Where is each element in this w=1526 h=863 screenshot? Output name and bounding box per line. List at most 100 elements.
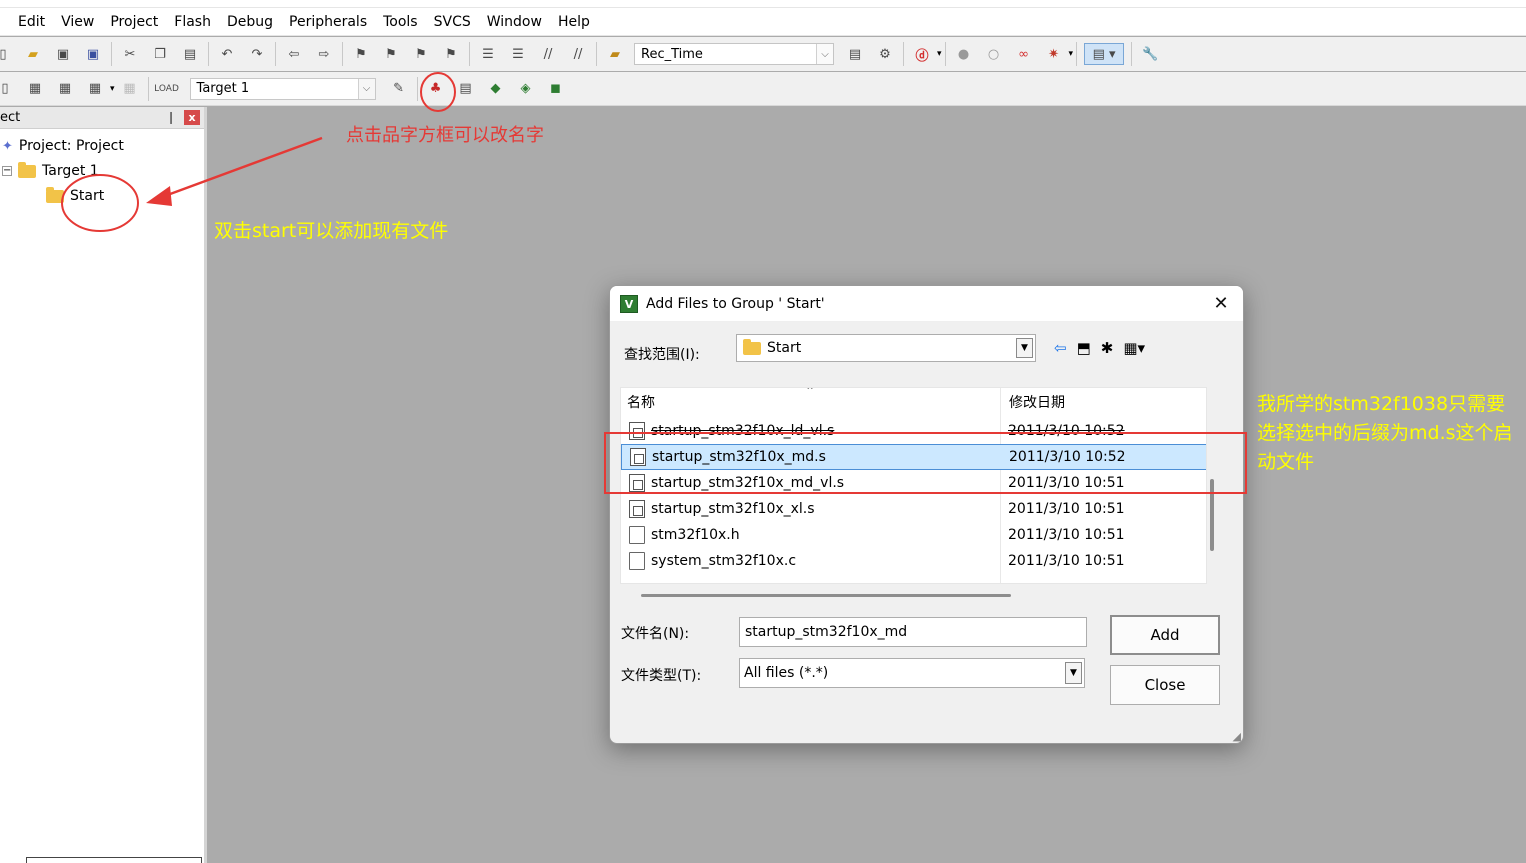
vertical-scrollbar[interactable]	[1210, 479, 1214, 551]
view-menu-icon[interactable]: ▦▾	[1123, 339, 1145, 357]
menu-debug[interactable]: Debug	[219, 8, 281, 36]
menu-help[interactable]: Help	[550, 8, 598, 36]
menu-edit[interactable]: Edit	[10, 8, 53, 36]
new-file-icon[interactable]: ▯	[0, 43, 14, 65]
find-icon[interactable]: ▤	[844, 43, 866, 65]
window-layout-icon[interactable]: ▤ ▾	[1084, 43, 1125, 65]
file-row[interactable]: startup_stm32f10x_xl.s 2011/3/10 10:51	[621, 496, 1206, 522]
translate-icon[interactable]: ▯	[0, 78, 16, 100]
cut-icon[interactable]: ✂	[119, 43, 141, 65]
file-name: startup_stm32f10x_ld_vl.s	[651, 423, 835, 439]
up-folder-icon[interactable]: ⬒	[1077, 339, 1091, 357]
target-options-icon[interactable]: ✎	[388, 78, 410, 100]
uncomment-icon[interactable]: //	[567, 43, 589, 65]
new-folder-icon[interactable]: ✱	[1101, 339, 1114, 357]
add-files-dialog: V Add Files to Group ' Start' ✕ 查找范围(I):…	[609, 285, 1244, 744]
pin-icon[interactable]: ❘	[166, 110, 176, 124]
breakpoint-disable-icon[interactable]: ○	[983, 43, 1005, 65]
manage-rte-icon[interactable]: ◆	[485, 78, 507, 100]
breakpoint-kill-icon[interactable]: ∞	[1013, 43, 1035, 65]
bookmark-icon[interactable]: ⚑	[350, 43, 372, 65]
batch-dropdown-icon[interactable]: ▾	[110, 84, 115, 94]
chevron-down-icon[interactable]: ▼	[1016, 338, 1033, 358]
pack-installer-icon[interactable]: ◈	[515, 78, 537, 100]
close-pane-button[interactable]: x	[184, 110, 200, 125]
file-row-selected[interactable]: startup_stm32f10x_md.s 2011/3/10 10:52	[621, 444, 1206, 470]
file-row[interactable]: startup_stm32f10x_md_vl.s 2011/3/10 10:5…	[621, 470, 1206, 496]
horizontal-scrollbar[interactable]	[641, 594, 1011, 597]
find-combo[interactable]: Rec_Time ⌵	[634, 43, 834, 65]
incremental-find-icon[interactable]: ⚙	[874, 43, 896, 65]
open-folder-icon[interactable]: ▰	[22, 43, 44, 65]
collapse-icon[interactable]: −	[2, 166, 12, 176]
breakpoint-icon[interactable]: ●	[953, 43, 975, 65]
annotation-startup-hint: 我所学的stm32f1038只需要选择选中的后缀为md.s这个启动文件	[1257, 393, 1513, 473]
menu-svcs[interactable]: SVCS	[426, 8, 479, 36]
look-in-combo[interactable]: Start ▼	[736, 334, 1036, 362]
wrench-icon[interactable]: 🔧	[1139, 43, 1161, 65]
chevron-down-icon[interactable]: ⌵	[816, 44, 833, 64]
select-packs-icon[interactable]: ▤	[455, 78, 477, 100]
nav-forward-icon[interactable]: ⇨	[313, 43, 335, 65]
file-row[interactable]: startup_stm32f10x_ld_vl.s 2011/3/10 10:5…	[621, 418, 1206, 444]
file-name-cell: startup_stm32f10x_md_vl.s	[629, 474, 844, 492]
manage-project-items-icon[interactable]: ♣	[425, 78, 447, 100]
software-packs-icon[interactable]: ◼	[545, 78, 567, 100]
find-in-files-icon[interactable]: ▰	[604, 43, 626, 65]
tree-item-label: Project: Project	[18, 138, 124, 154]
close-button[interactable]: Close	[1110, 665, 1220, 705]
file-name-cell: startup_stm32f10x_md.s	[630, 448, 826, 466]
paste-icon[interactable]: ▤	[179, 43, 201, 65]
target-folder-icon	[18, 161, 36, 178]
stop-build-icon[interactable]: ▦	[119, 78, 141, 100]
indent-icon[interactable]: ☰	[477, 43, 499, 65]
bookmark-prev-icon[interactable]: ⚑	[380, 43, 402, 65]
build-toolbar: ▯ ▦ ▦ ▦ ▾ ▦ LOAD Target 1 ⌵ ✎ ♣ ▤ ◆ ◈ ◼	[0, 72, 1526, 106]
debug-session-icon[interactable]: ⓓ	[911, 43, 933, 65]
menu-view[interactable]: View	[53, 8, 102, 36]
batch-build-icon[interactable]: ▦	[84, 78, 106, 100]
configure-dropdown-icon[interactable]: ▾	[1069, 49, 1074, 59]
menu-peripherals[interactable]: Peripherals	[281, 8, 375, 36]
tree-item-group-start[interactable]: Start	[46, 185, 104, 207]
debug-dropdown-icon[interactable]: ▾	[937, 49, 942, 59]
file-name: startup_stm32f10x_xl.s	[651, 501, 815, 517]
tree-item-project[interactable]: ✦ Project: Project	[2, 135, 124, 157]
back-arrow-icon[interactable]: ⇦	[1054, 339, 1067, 357]
toolbar-separator	[1076, 42, 1078, 66]
build-icon[interactable]: ▦	[24, 78, 46, 100]
unindent-icon[interactable]: ☰	[507, 43, 529, 65]
add-button[interactable]: Add	[1110, 615, 1220, 655]
column-header-name[interactable]: 名称	[627, 388, 655, 416]
pane-bottom-tab[interactable]	[26, 857, 202, 863]
undo-icon[interactable]: ↶	[216, 43, 238, 65]
rebuild-icon[interactable]: ▦	[54, 78, 76, 100]
target-combo[interactable]: Target 1 ⌵	[189, 77, 376, 100]
menu-tools[interactable]: Tools	[375, 8, 426, 36]
bookmark-next-icon[interactable]: ⚑	[410, 43, 432, 65]
comment-icon[interactable]: //	[537, 43, 559, 65]
download-icon[interactable]: LOAD	[154, 78, 179, 100]
file-row[interactable]: stm32f10x.h 2011/3/10 10:51	[621, 522, 1206, 548]
redo-icon[interactable]: ↷	[246, 43, 268, 65]
nav-back-icon[interactable]: ⇦	[283, 43, 305, 65]
file-row[interactable]: system_stm32f10x.c 2011/3/10 10:51	[621, 548, 1206, 574]
file-name-input[interactable]: startup_stm32f10x_md	[739, 617, 1087, 647]
chevron-down-icon[interactable]: ▼	[1065, 662, 1082, 684]
bookmark-clear-icon[interactable]: ⚑	[440, 43, 462, 65]
menu-flash[interactable]: Flash	[166, 8, 219, 36]
file-type-combo[interactable]: All files (*.*) ▼	[739, 658, 1085, 688]
copy-icon[interactable]: ❐	[149, 43, 171, 65]
annotation-rename-hint: 点击品字方框可以改名字	[346, 125, 544, 146]
save-all-icon[interactable]: ▣	[82, 43, 104, 65]
close-icon[interactable]: ✕	[1209, 292, 1233, 316]
menu-window[interactable]: Window	[479, 8, 550, 36]
menu-project[interactable]: Project	[102, 8, 166, 36]
save-icon[interactable]: ▣	[52, 43, 74, 65]
tree-item-target[interactable]: − Target 1	[2, 160, 99, 182]
chevron-down-icon[interactable]: ⌵	[357, 78, 375, 99]
configure-icon[interactable]: ✷	[1043, 43, 1065, 65]
column-header-date[interactable]: 修改日期	[1009, 388, 1065, 416]
resize-grip-icon[interactable]: ◢	[1233, 730, 1241, 743]
dialog-titlebar[interactable]: V Add Files to Group ' Start' ✕	[610, 286, 1243, 322]
